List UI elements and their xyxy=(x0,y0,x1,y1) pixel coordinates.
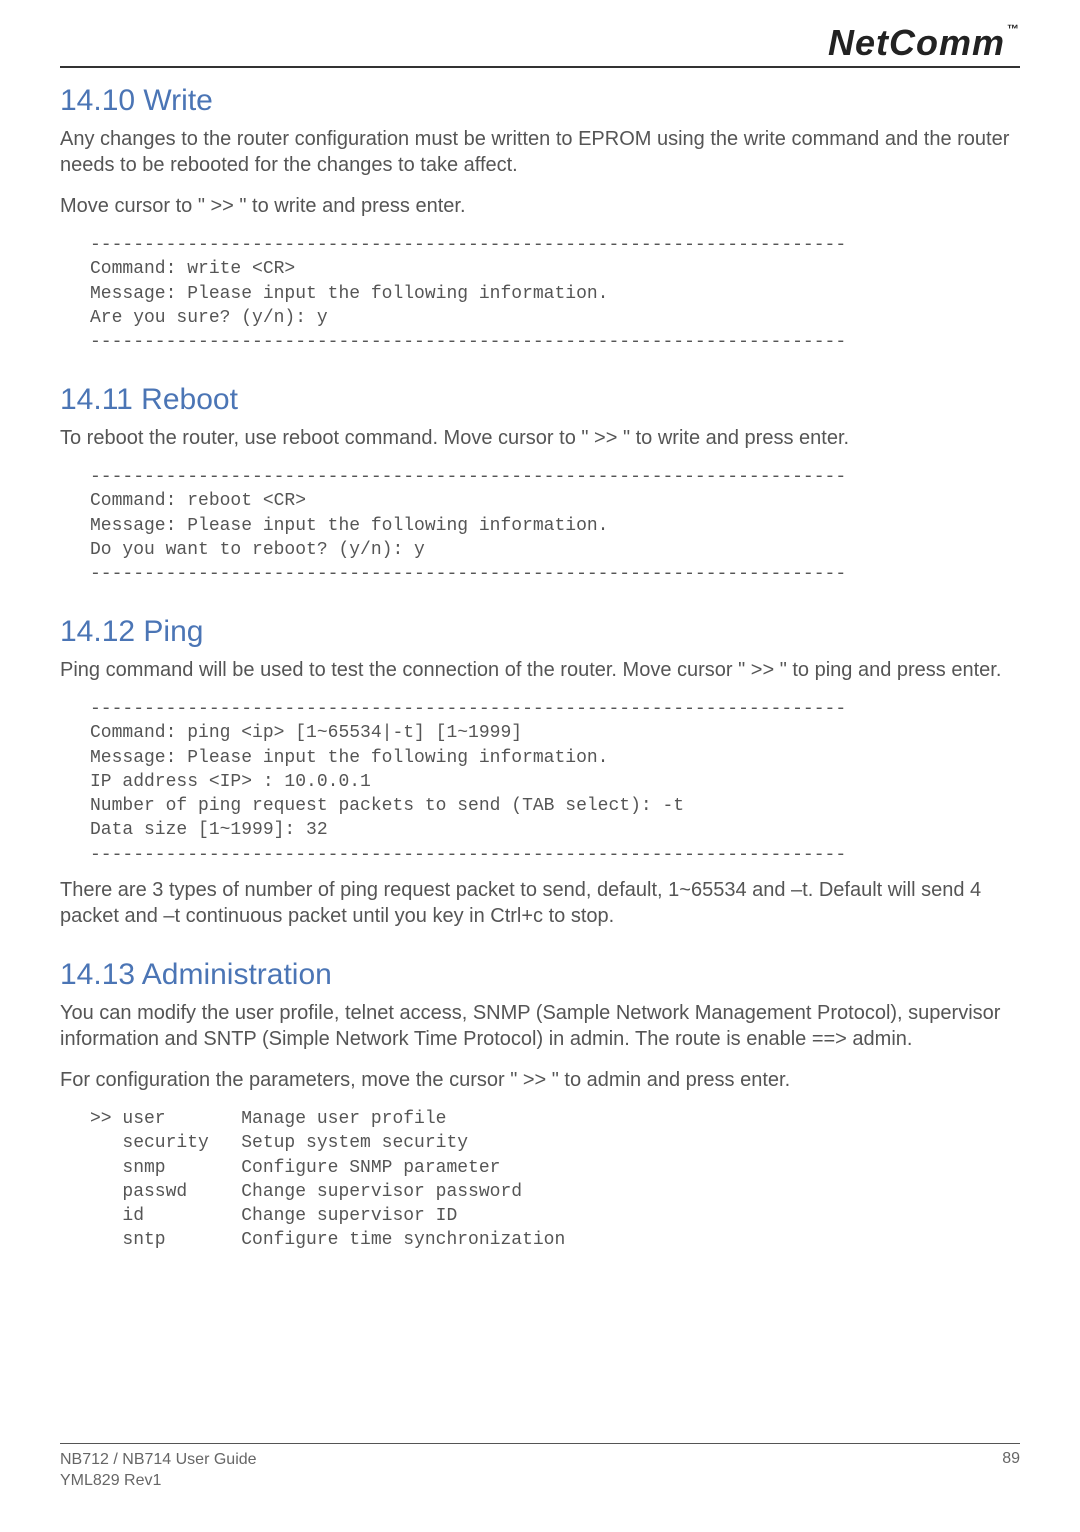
page-number: 89 xyxy=(1002,1450,1020,1492)
ping-paragraph-2: There are 3 types of number of ping requ… xyxy=(60,877,1020,930)
reboot-paragraph-1: To reboot the router, use reboot command… xyxy=(60,425,1020,451)
page-footer: NB712 / NB714 User Guide YML829 Rev1 89 xyxy=(60,1443,1020,1492)
footer-left: NB712 / NB714 User Guide YML829 Rev1 xyxy=(60,1450,257,1492)
write-paragraph-2: Move cursor to " >> " to write and press… xyxy=(60,193,1020,219)
header-rule xyxy=(60,66,1020,68)
page: NetComm™ 14.10 Write Any changes to the … xyxy=(0,0,1080,1532)
brand-logo: NetComm™ xyxy=(828,22,1020,64)
section-heading-ping: 14.12 Ping xyxy=(60,615,1020,649)
trademark-mark: ™ xyxy=(1005,22,1020,36)
write-code-block: ----------------------------------------… xyxy=(90,233,1020,354)
admin-paragraph-1: You can modify the user profile, telnet … xyxy=(60,1000,1020,1053)
admin-paragraph-2: For configuration the parameters, move t… xyxy=(60,1067,1020,1093)
reboot-code-block: ----------------------------------------… xyxy=(90,465,1020,586)
brand-name: NetComm xyxy=(828,22,1005,63)
write-paragraph-1: Any changes to the router configuration … xyxy=(60,126,1020,179)
footer-text: NB712 / NB714 User Guide YML829 Rev1 89 xyxy=(60,1450,1020,1492)
ping-code-block: ----------------------------------------… xyxy=(90,697,1020,867)
admin-code-block: >> user Manage user profile security Set… xyxy=(90,1107,1020,1253)
section-heading-admin: 14.13 Administration xyxy=(60,958,1020,992)
section-heading-write: 14.10 Write xyxy=(60,84,1020,118)
footer-rule xyxy=(60,1443,1020,1444)
section-heading-reboot: 14.11 Reboot xyxy=(60,383,1020,417)
ping-paragraph-1: Ping command will be used to test the co… xyxy=(60,657,1020,683)
